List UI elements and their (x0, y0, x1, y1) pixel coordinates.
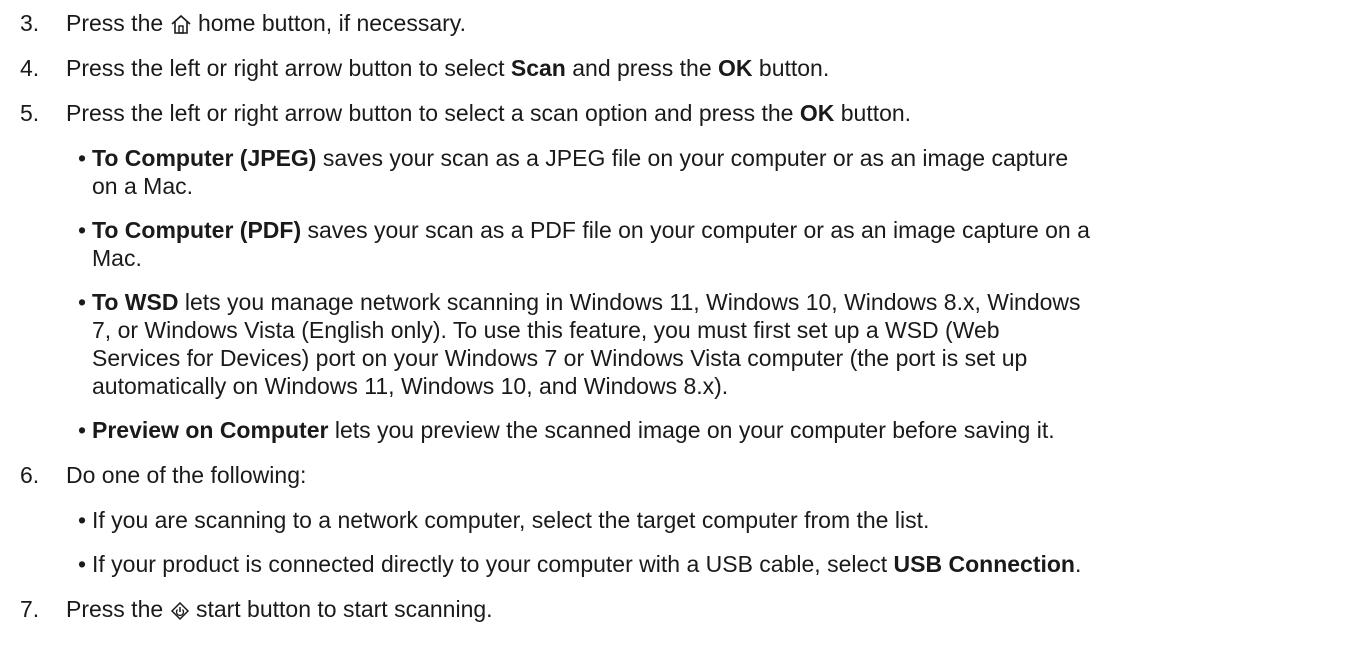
bullet-marker: • (78, 507, 87, 533)
step-number: 3. (20, 10, 40, 36)
list-item-text: To Computer (JPEG) saves your scan as a … (92, 145, 1069, 199)
start-icon (170, 599, 190, 627)
document-page: 3. Press the home button, if necessary. … (0, 0, 1365, 668)
list-item-text: If you are scanning to a network compute… (92, 507, 930, 533)
step-text: Press the left or right arrow button to … (66, 55, 830, 81)
list-item-text: To WSD lets you manage network scanning … (92, 289, 1081, 399)
bullet-marker: • (78, 551, 87, 577)
step-number: 4. (20, 55, 40, 81)
bullet-marker: • (78, 145, 87, 171)
step-number: 6. (20, 462, 40, 488)
bullet-marker: • (78, 417, 87, 443)
step-text: Press the start button to start scanning… (66, 595, 1356, 627)
step-text: Do one of the following: (66, 462, 307, 488)
step-text: Press the left or right arrow button to … (66, 100, 912, 126)
bullet-marker: • (78, 289, 87, 315)
list-item-text: If your product is connected directly to… (92, 551, 1082, 577)
list-item-text: To Computer (PDF) saves your scan as a P… (92, 217, 1090, 271)
list-item-text: Preview on Computer lets you preview the… (92, 417, 1055, 443)
step-number: 7. (20, 596, 40, 622)
home-icon (170, 13, 192, 41)
bullet-marker: • (78, 217, 87, 243)
step-number: 5. (20, 100, 40, 126)
step-text: Press the home button, if necessary. (66, 9, 1356, 41)
